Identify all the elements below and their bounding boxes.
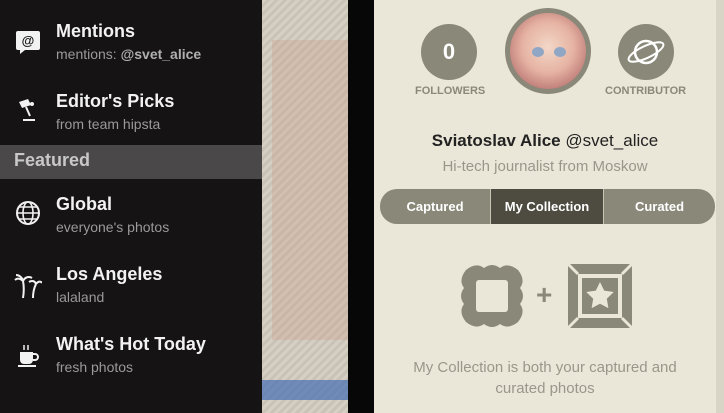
window-edge (716, 0, 724, 413)
lamp-icon (19, 99, 35, 121)
sidebar-item-mentions[interactable]: @ Mentions mentions: @svet_alice (0, 10, 262, 78)
profile-name: Sviatoslav Alice (431, 131, 561, 150)
blurred-photo-strip (262, 380, 348, 400)
tab-curated[interactable]: Curated (604, 189, 715, 224)
section-header-featured: Featured (0, 145, 262, 179)
segmented-tabs: Captured My Collection Curated (380, 189, 715, 224)
contributor-badge[interactable] (618, 24, 674, 80)
at-speech-icon: @ (16, 31, 40, 54)
svg-text:@: @ (22, 33, 35, 48)
sidebar-item-global[interactable]: Global everyone's photos (0, 183, 262, 251)
sidebar-item-title: Mentions (56, 21, 135, 41)
curated-star-frame-icon (566, 262, 634, 330)
sidebar-item-subtitle: from team hipsta (56, 116, 161, 132)
caption-line: curated photos (495, 380, 595, 397)
sidebar-item-subtitle: mentions: @svet_alice (56, 46, 202, 62)
planet-icon (627, 39, 665, 65)
contributor-label: CONTRIBUTOR (605, 85, 687, 97)
sidebar-item-title: What's Hot Today (56, 334, 206, 354)
sidebar-item-title: Global (56, 194, 113, 214)
palm-trees-icon (14, 274, 42, 299)
profile-bio: Hi-tech journalist from Moskow (442, 158, 648, 175)
followers-count[interactable]: 0 (421, 24, 477, 80)
sidebar-item-whats-hot-today[interactable]: What's Hot Today fresh photos (0, 323, 262, 391)
sidebar-item-subtitle: everyone's photos (56, 219, 170, 235)
followers-label: FOLLOWERS (415, 85, 486, 97)
collection-caption: My Collection is both your captured and … (374, 357, 716, 399)
avatar-eye (532, 47, 544, 57)
profile-handle: @svet_alice (565, 131, 659, 150)
sidebar-item-title: Editor's Picks (56, 91, 175, 111)
section-label: Featured (14, 150, 91, 170)
sidebar-item-title: Los Angeles (56, 264, 163, 284)
coffee-cup-icon (18, 345, 39, 367)
profile-panel: 0 FOLLOWERS CONTRIBUTOR Sviatoslav Alice… (374, 0, 716, 413)
sidebar-item-subtitle: lalaland (56, 289, 105, 305)
tab-captured[interactable]: Captured (380, 189, 490, 224)
avatar-eye (554, 47, 566, 57)
sidebar-item-los-angeles[interactable]: Los Angeles lalaland (0, 253, 262, 321)
blurred-photo (272, 40, 348, 340)
panel-divider (348, 0, 374, 413)
avatar[interactable] (505, 8, 591, 94)
sidebar-item-subtitle: fresh photos (56, 359, 134, 375)
sidebar-menu: @ Mentions mentions: @svet_alice Editor'… (0, 0, 262, 413)
globe-icon (16, 201, 40, 225)
background-content-preview[interactable] (262, 0, 348, 413)
plus-sign: + (536, 279, 553, 310)
sidebar-item-editors-picks[interactable]: Editor's Picks from team hipsta (0, 80, 262, 148)
profile-name-line: Sviatoslav Alice @svet_alice (374, 131, 716, 151)
caption-line: My Collection is both your captured and (413, 359, 677, 376)
tab-my-collection[interactable]: My Collection (491, 189, 603, 224)
avatar-photo (510, 13, 586, 89)
captured-frame-icon (461, 265, 523, 327)
